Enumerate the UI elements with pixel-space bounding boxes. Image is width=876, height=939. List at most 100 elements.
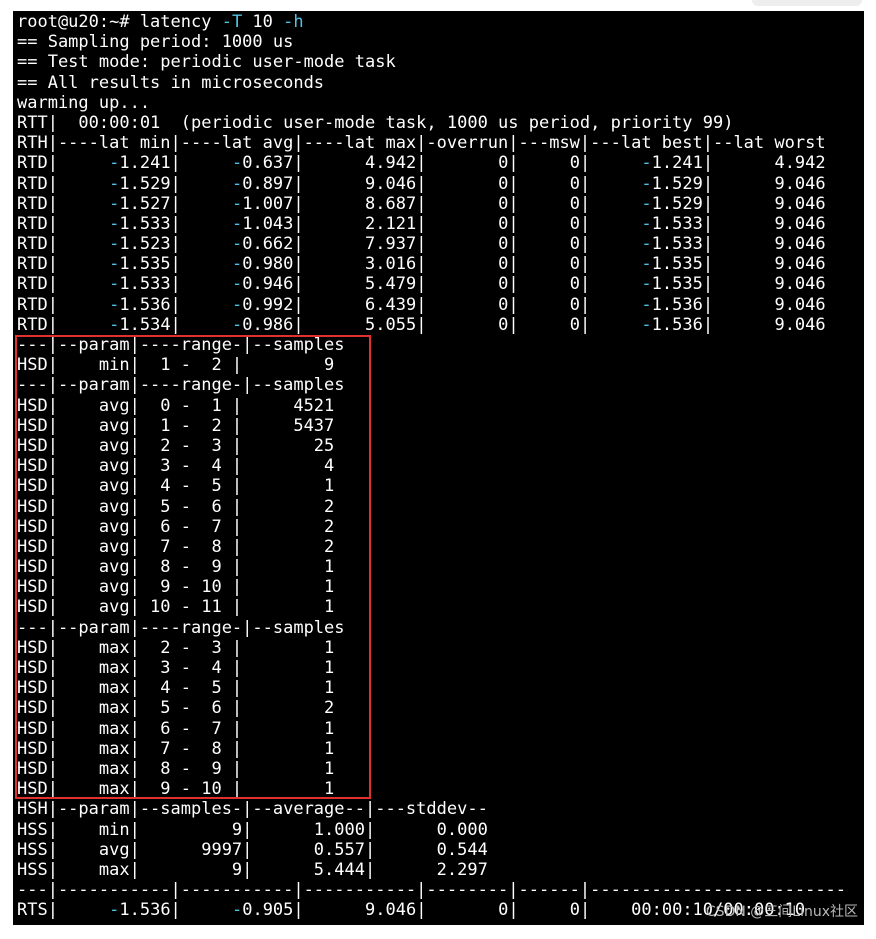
terminal-text: - <box>641 274 652 295</box>
terminal-text: - <box>641 314 652 335</box>
terminal-line: HSS| max| 9| 5.444| 2.297 <box>17 860 846 880</box>
terminal-text: 1.535| 9.046 <box>651 274 826 295</box>
terminal-text: 1.536| <box>119 900 232 921</box>
terminal-line: HSH|--param|--samples-|--average--|---st… <box>17 799 846 819</box>
terminal-text: - <box>231 213 243 234</box>
terminal-text: 1.533| 9.046 <box>651 213 826 234</box>
terminal-text: 0.980| 3.016| 0| 0| <box>242 254 642 275</box>
terminal-text: HSD| max| 9 - 10 | 1 <box>17 779 335 800</box>
terminal-text: 1.536| 9.046 <box>651 294 826 315</box>
terminal-text: HSD| avg| 8 - 9 | 1 <box>17 557 335 578</box>
terminal-line: HSD| max| 3 - 4 | 1 <box>17 658 846 678</box>
terminal-text: - <box>109 193 120 214</box>
terminal-text: HSD| max| 7 - 8 | 1 <box>17 738 335 759</box>
terminal-text: RTD| <box>17 213 110 234</box>
terminal-line: HSD| avg| 4 - 5 | 1 <box>17 476 846 496</box>
terminal-text: -h <box>283 12 304 32</box>
terminal-text: - <box>109 294 120 315</box>
terminal-text: 10 <box>242 12 284 32</box>
terminal-text: 1.534| <box>119 314 232 335</box>
terminal-text: HSD| avg| 7 - 8 | 2 <box>17 536 335 557</box>
terminal-text: - <box>231 254 243 275</box>
terminal-text: HSD| max| 2 - 3 | 1 <box>17 637 335 658</box>
terminal-text: RTH|----lat min|----lat avg|----lat max|… <box>17 133 826 154</box>
terminal-text: - <box>641 254 652 275</box>
terminal-line: RTD| -1.527| -1.007| 8.687| 0| 0| -1.529… <box>17 194 846 214</box>
terminal-text: 1.529| 9.046 <box>651 193 826 214</box>
terminal-text: - <box>641 234 652 255</box>
terminal-text: - <box>641 173 652 194</box>
terminal-line: HSD| max| 2 - 3 | 1 <box>17 638 846 658</box>
terminal-line: HSD| max| 4 - 5 | 1 <box>17 678 846 698</box>
terminal-text: 0.986| 5.055| 0| 0| <box>242 314 642 335</box>
terminal-text: HSD| avg| 9 - 10 | 1 <box>17 577 335 598</box>
terminal-line: HSD| avg| 7 - 8 | 2 <box>17 537 846 557</box>
terminal-text: - <box>109 314 120 335</box>
terminal-text: RTS| <box>17 900 110 921</box>
terminal-text: HSD| avg| 5 - 6 | 2 <box>17 496 335 517</box>
terminal-line: HSD| max| 5 - 6 | 2 <box>17 698 846 718</box>
terminal-text: - <box>641 294 652 315</box>
terminal-text: == All results in microseconds <box>17 72 325 93</box>
terminal-text: - <box>231 294 243 315</box>
terminal-text: 0.637| 4.942| 0| 0| <box>242 153 642 174</box>
terminal-line: HSS| min| 9| 1.000| 0.000 <box>17 820 846 840</box>
terminal-line: HSD| max| 8 - 9 | 1 <box>17 759 846 779</box>
terminal-line: RTT| 00:00:01 (periodic user-mode task, … <box>17 113 846 133</box>
terminal-text: RTD| <box>17 234 110 255</box>
terminal-text: RTD| <box>17 153 110 174</box>
terminal-line: RTD| -1.535| -0.980| 3.016| 0| 0| -1.535… <box>17 254 846 274</box>
terminal-line: HSD| avg| 0 - 1 | 4521 <box>17 396 846 416</box>
terminal-text: 1.527| <box>119 193 232 214</box>
terminal-line: == Test mode: periodic user-mode task <box>17 52 846 72</box>
terminal-text: root@u20:~# latency <box>17 12 222 32</box>
terminal-text: HSD| avg| 10 - 11 | 1 <box>17 597 335 618</box>
terminal-line: HSD| avg| 2 - 3 | 25 <box>17 436 846 456</box>
terminal-window[interactable]: root@u20:~# latency -T 10 -h == Sampling … <box>13 11 864 925</box>
terminal-line: RTD| -1.523| -0.662| 7.937| 0| 0| -1.533… <box>17 234 846 254</box>
terminal-text: - <box>231 193 243 214</box>
terminal-line: HSD| avg| 6 - 7 | 2 <box>17 517 846 537</box>
terminal-line: HSD| avg| 5 - 6 | 2 <box>17 497 846 517</box>
terminal-line: HSD| max| 9 - 10 | 1 <box>17 779 846 799</box>
terminal-text: 1.535| <box>119 254 232 275</box>
terminal-text: - <box>641 213 652 234</box>
terminal-text: - <box>109 234 120 255</box>
terminal-text: HSD| avg| 4 - 5 | 1 <box>17 476 335 497</box>
terminal-text: - <box>231 153 243 174</box>
terminal-text: == Test mode: periodic user-mode task <box>17 52 396 73</box>
terminal-line: RTD| -1.534| -0.986| 5.055| 0| 0| -1.536… <box>17 315 846 335</box>
terminal-line: HSD| avg| 10 - 11 | 1 <box>17 597 846 617</box>
terminal-text: HSD| avg| 3 - 4 | 4 <box>17 456 335 477</box>
terminal-line: RTD| -1.241| -0.637| 4.942| 0| 0| -1.241… <box>17 153 846 173</box>
terminal-text: - <box>231 234 243 255</box>
terminal-text: 0.992| 6.439| 0| 0| <box>242 294 642 315</box>
terminal-line: HSD| max| 7 - 8 | 1 <box>17 739 846 759</box>
page-top-bar <box>752 0 862 6</box>
terminal-line: HSD| avg| 8 - 9 | 1 <box>17 557 846 577</box>
terminal-text: - <box>109 900 120 921</box>
terminal-text: RTT| 00:00:01 (periodic user-mode task, … <box>17 112 734 133</box>
terminal-text: 1.536| <box>119 294 232 315</box>
terminal-text: - <box>109 254 120 275</box>
terminal-line: == Sampling period: 1000 us <box>17 32 846 52</box>
terminal-text: HSD| avg| 6 - 7 | 2 <box>17 516 335 537</box>
terminal-text: RTD| <box>17 173 110 194</box>
terminal-output: root@u20:~# latency -T 10 -h == Sampling … <box>17 12 846 920</box>
terminal-text: RTD| <box>17 254 110 275</box>
terminal-text: HSD| max| 8 - 9 | 1 <box>17 758 335 779</box>
terminal-line: root@u20:~# latency -T 10 -h <box>17 12 846 32</box>
terminal-text: 0.946| 5.479| 0| 0| <box>242 274 642 295</box>
terminal-text: 1.007| 8.687| 0| 0| <box>242 193 642 214</box>
terminal-text: 1.043| 2.121| 0| 0| <box>242 213 642 234</box>
terminal-text: 1.241| 4.942 <box>651 153 826 174</box>
terminal-text: HSS| max| 9| 5.444| 2.297 <box>17 859 488 880</box>
terminal-text: - <box>641 153 652 174</box>
terminal-text: 1.533| 9.046 <box>651 234 826 255</box>
terminal-text: 1.533| <box>119 274 232 295</box>
terminal-line: HSS| avg| 9997| 0.557| 0.544 <box>17 840 846 860</box>
terminal-line: RTD| -1.533| -1.043| 2.121| 0| 0| -1.533… <box>17 214 846 234</box>
terminal-text: RTD| <box>17 314 110 335</box>
terminal-text: == Sampling period: 1000 us <box>17 32 294 53</box>
terminal-text: HSD| max| 4 - 5 | 1 <box>17 678 335 699</box>
